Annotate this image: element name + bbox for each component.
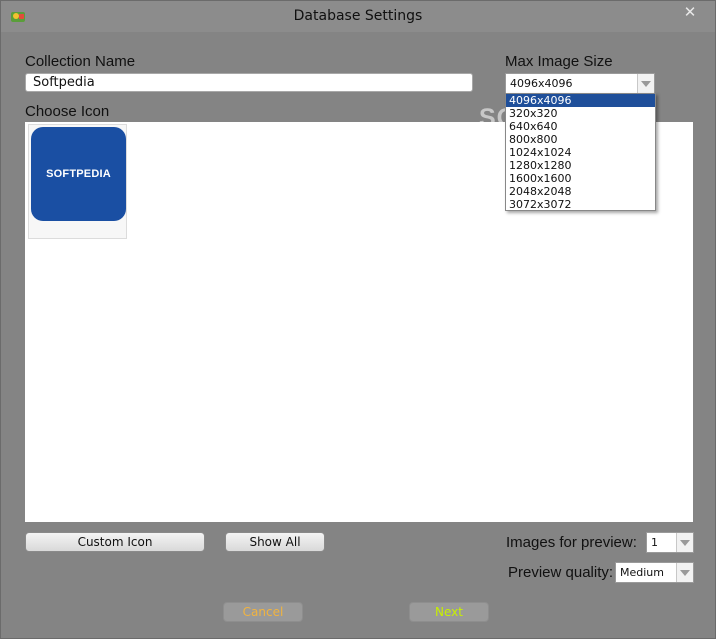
preview-quality-value: Medium [620,566,664,579]
app-icon [11,12,25,22]
max-image-size-value: 4096x4096 [510,77,573,90]
dropdown-item[interactable]: 2048x2048 [506,185,655,198]
show-all-button[interactable]: Show All [225,532,325,552]
cancel-button[interactable]: Cancel [223,602,303,622]
dropdown-item[interactable]: 4096x4096 [506,94,655,107]
preview-quality-select[interactable]: Medium [615,562,694,583]
max-image-size-label: Max Image Size [505,53,613,70]
title-bar: Database Settings ✕ [1,1,715,32]
max-image-size-dropdown[interactable]: 4096x4096 320x320 640x640 800x800 1024x1… [505,93,656,211]
close-button[interactable]: ✕ [671,2,709,22]
icon-tile-softpedia[interactable]: SOFTPEDIA [28,124,127,239]
database-settings-window: Database Settings ✕ Collection Name Max … [0,0,716,639]
chevron-down-icon[interactable] [637,74,654,93]
dropdown-item[interactable]: 1280x1280 [506,159,655,172]
images-for-preview-select[interactable]: 1 [646,532,694,553]
chevron-down-icon[interactable] [676,563,693,582]
collection-name-label: Collection Name [25,53,136,70]
dropdown-item[interactable]: 320x320 [506,107,655,120]
close-icon: ✕ [683,3,697,21]
dropdown-item[interactable]: 1600x1600 [506,172,655,185]
choose-icon-label: Choose Icon [25,103,110,120]
dropdown-item[interactable]: 1024x1024 [506,146,655,159]
preview-quality-label: Preview quality: [508,564,614,581]
window-title: Database Settings [293,8,423,24]
max-image-size-select[interactable]: 4096x4096 [505,73,655,94]
softpedia-logo-icon: SOFTPEDIA [31,127,126,221]
collection-name-input[interactable] [25,73,473,92]
dropdown-item[interactable]: 3072x3072 [506,198,655,211]
custom-icon-button[interactable]: Custom Icon [25,532,205,552]
dropdown-item[interactable]: 640x640 [506,120,655,133]
chevron-down-icon[interactable] [676,533,693,552]
images-for-preview-value: 1 [651,536,658,549]
dropdown-item[interactable]: 800x800 [506,133,655,146]
next-button[interactable]: Next [409,602,489,622]
logo-text: SOFTPEDIA [46,168,111,180]
images-for-preview-label: Images for preview: [506,534,637,551]
